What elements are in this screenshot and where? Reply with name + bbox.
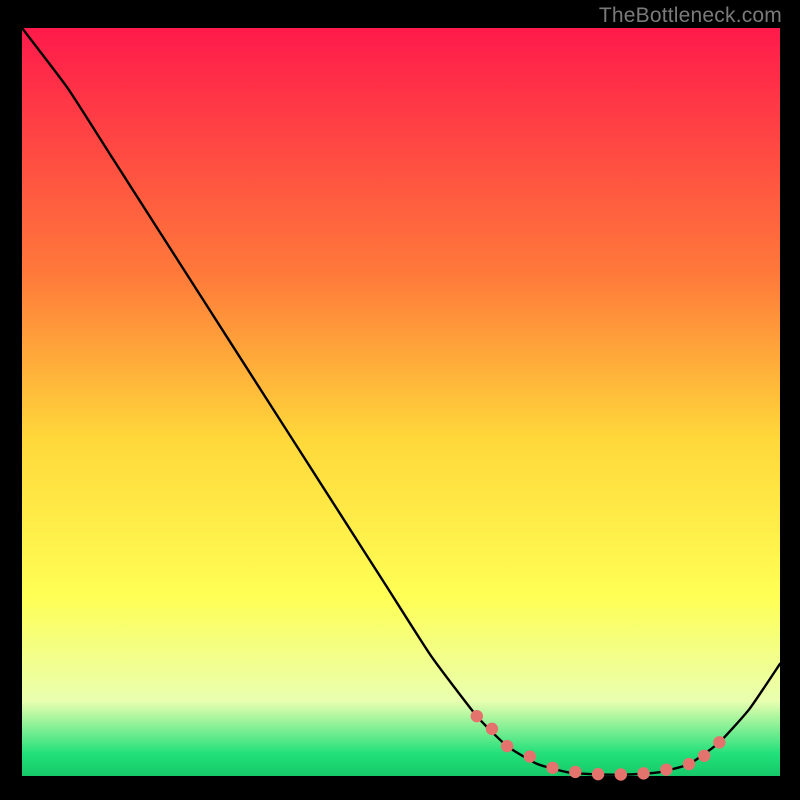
curve-marker	[698, 750, 710, 762]
curve-marker	[660, 763, 672, 775]
watermark-text: TheBottleneck.com	[599, 4, 782, 28]
curve-marker	[615, 768, 627, 780]
plot-background	[22, 28, 780, 776]
curve-marker	[683, 758, 695, 770]
curve-marker	[592, 768, 604, 780]
curve-marker	[486, 723, 498, 735]
curve-marker	[501, 740, 513, 752]
chart-svg	[0, 0, 800, 800]
curve-marker	[637, 767, 649, 779]
curve-marker	[524, 750, 536, 762]
curve-marker	[546, 762, 558, 774]
curve-marker	[569, 766, 581, 778]
curve-marker	[471, 710, 483, 722]
chart-stage: TheBottleneck.com	[0, 0, 800, 800]
curve-marker	[713, 736, 725, 748]
